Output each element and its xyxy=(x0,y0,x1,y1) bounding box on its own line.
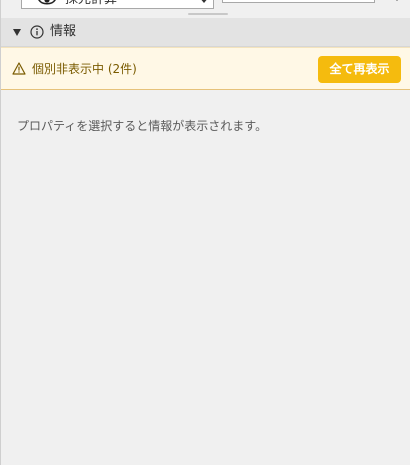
empty-state-message: プロパティを選択すると情報が表示されます。 xyxy=(17,119,268,133)
eye-icon xyxy=(38,0,56,5)
top-toolbar: 採光計算 xyxy=(1,0,410,11)
chevron-down-icon xyxy=(199,0,209,3)
property-panel: 採光計算 情報 個別非表示中 (2件) 全て再表示 プロパティを選択すると情報が… xyxy=(0,0,410,465)
analysis-select[interactable]: 採光計算 xyxy=(21,0,214,9)
search-input[interactable] xyxy=(222,0,375,3)
hidden-items-banner: 個別非表示中 (2件) 全て再表示 xyxy=(1,47,410,90)
chevron-down-icon[interactable] xyxy=(393,0,401,1)
section-title: 情報 xyxy=(50,24,77,39)
warning-triangle-icon xyxy=(12,62,26,75)
analysis-select-value: 採光計算 xyxy=(65,0,117,8)
info-circle-icon xyxy=(30,25,44,39)
reshow-all-button[interactable]: 全て再表示 xyxy=(318,56,401,83)
splitter-grip[interactable] xyxy=(188,13,228,15)
info-section-header[interactable]: 情報 xyxy=(1,18,410,47)
collapse-triangle-icon[interactable] xyxy=(13,28,21,36)
banner-message: 個別非表示中 (2件) xyxy=(32,62,137,76)
panel-splitter[interactable] xyxy=(1,11,410,18)
